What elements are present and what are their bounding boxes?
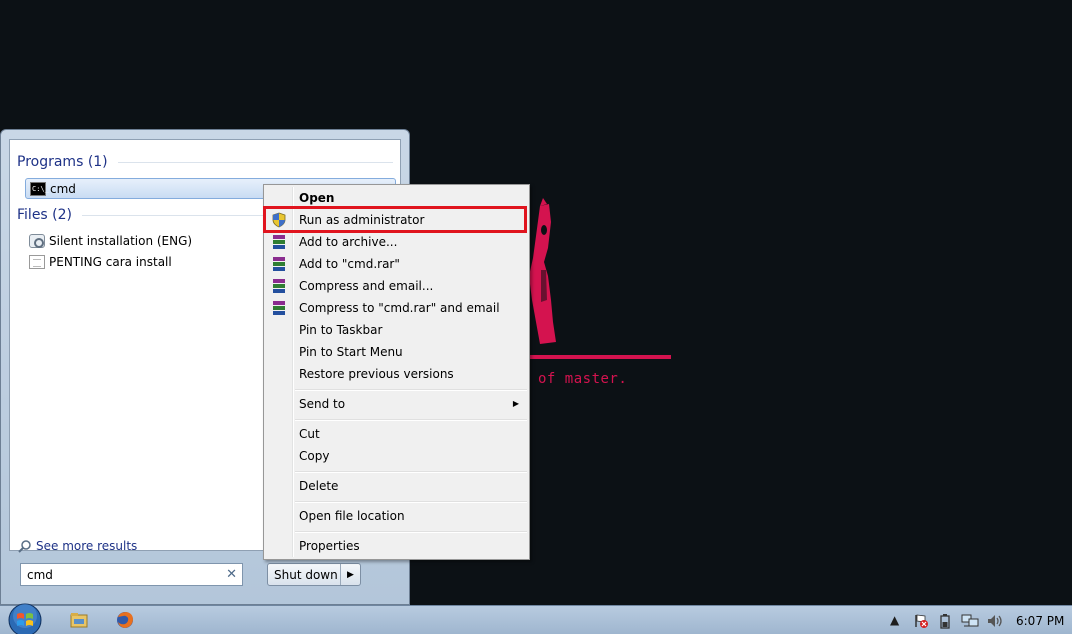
menu-item-run-as-administrator[interactable]: Run as administrator [266, 209, 527, 231]
clear-search-icon[interactable]: ✕ [226, 567, 237, 582]
menu-separator [295, 389, 527, 391]
menu-item-label: Delete [299, 479, 339, 493]
show-hidden-icons-icon[interactable]: ▲ [890, 613, 899, 629]
menu-item-label: Open [299, 191, 335, 205]
menu-separator [295, 531, 527, 533]
context-menu: Open Run as administrator Add to archive… [263, 184, 530, 560]
menu-item-label: Copy [299, 449, 330, 463]
search-input-value: cmd [27, 567, 53, 582]
network-icon[interactable] [961, 613, 979, 629]
menu-item-label: Open file location [299, 509, 405, 523]
menu-item-compress-and-email[interactable]: Compress and email... [266, 275, 527, 297]
battery-icon[interactable] [939, 613, 951, 629]
menu-item-add-to-cmd-rar[interactable]: Add to "cmd.rar" [266, 253, 527, 275]
programs-group-title: Programs (1) [17, 154, 108, 170]
result-item-label: PENTING cara install [49, 254, 172, 269]
menu-item-label: Compress and email... [299, 279, 434, 293]
menu-item-pin-to-taskbar[interactable]: Pin to Taskbar [266, 319, 527, 341]
file-explorer-icon[interactable] [68, 609, 90, 631]
result-item-label: Silent installation (ENG) [49, 233, 193, 248]
winrar-icon [273, 257, 285, 271]
winrar-icon [273, 235, 285, 249]
menu-separator [295, 501, 527, 503]
shutdown-label: Shut down [274, 567, 338, 582]
volume-icon[interactable] [986, 613, 1004, 629]
menu-item-label: Run as administrator [299, 213, 425, 227]
start-orb-windows-icon[interactable] [6, 602, 44, 634]
firefox-icon[interactable] [114, 609, 136, 631]
menu-item-send-to[interactable]: Send to ▶ [266, 393, 527, 415]
menu-item-properties[interactable]: Properties [266, 535, 527, 557]
action-center-flag-icon[interactable] [913, 613, 929, 629]
menu-item-compress-to-cmd-rar-and-email[interactable]: Compress to "cmd.rar" and email [266, 297, 527, 319]
menu-item-label: Send to [299, 397, 346, 411]
see-more-results-label: See more results [36, 539, 138, 553]
menu-separator [295, 471, 527, 473]
menu-item-label: Cut [299, 427, 320, 441]
winrar-icon [273, 301, 285, 315]
uac-shield-icon [272, 212, 286, 228]
menu-item-cut[interactable]: Cut [266, 423, 527, 445]
start-search-input[interactable]: cmd ✕ [20, 563, 243, 586]
menu-item-copy[interactable]: Copy [266, 445, 527, 467]
menu-item-label: Pin to Taskbar [299, 323, 383, 337]
menu-item-label: Add to "cmd.rar" [299, 257, 400, 271]
settings-file-icon [29, 233, 45, 248]
search-icon [18, 540, 31, 553]
menu-item-label: Add to archive... [299, 235, 398, 249]
menu-item-open-file-location[interactable]: Open file location [266, 505, 527, 527]
cmd-icon: C:\_ [30, 181, 49, 196]
result-item-label: cmd [50, 181, 76, 196]
text-document-icon [29, 254, 45, 269]
menu-item-add-to-archive[interactable]: Add to archive... [266, 231, 527, 253]
menu-item-delete[interactable]: Delete [266, 475, 527, 497]
submenu-arrow-icon: ▶ [512, 399, 519, 408]
menu-item-label: Compress to "cmd.rar" and email [299, 301, 500, 315]
taskbar: ▲ 6:07 PM [0, 602, 1072, 634]
files-group-title: Files (2) [17, 207, 73, 223]
winrar-icon [273, 279, 285, 293]
programs-group-header[interactable]: Programs (1) [17, 153, 393, 171]
cat-logo-icon [529, 198, 671, 359]
shutdown-button[interactable]: Shut down ▶ [267, 563, 361, 586]
menu-item-open[interactable]: Open [266, 187, 527, 209]
menu-item-label: Pin to Start Menu [299, 345, 403, 359]
menu-item-label: Properties [299, 539, 360, 553]
taskbar-clock[interactable]: 6:07 PM [1016, 614, 1064, 628]
see-more-results-link[interactable]: See more results [18, 537, 137, 555]
wallpaper-caption: of master. [538, 371, 628, 387]
menu-item-pin-to-start-menu[interactable]: Pin to Start Menu [266, 341, 527, 363]
menu-separator [295, 419, 527, 421]
shutdown-options-arrow-icon[interactable]: ▶ [341, 570, 360, 580]
menu-item-label: Restore previous versions [299, 367, 454, 381]
menu-item-restore-previous-versions[interactable]: Restore previous versions [266, 363, 527, 385]
